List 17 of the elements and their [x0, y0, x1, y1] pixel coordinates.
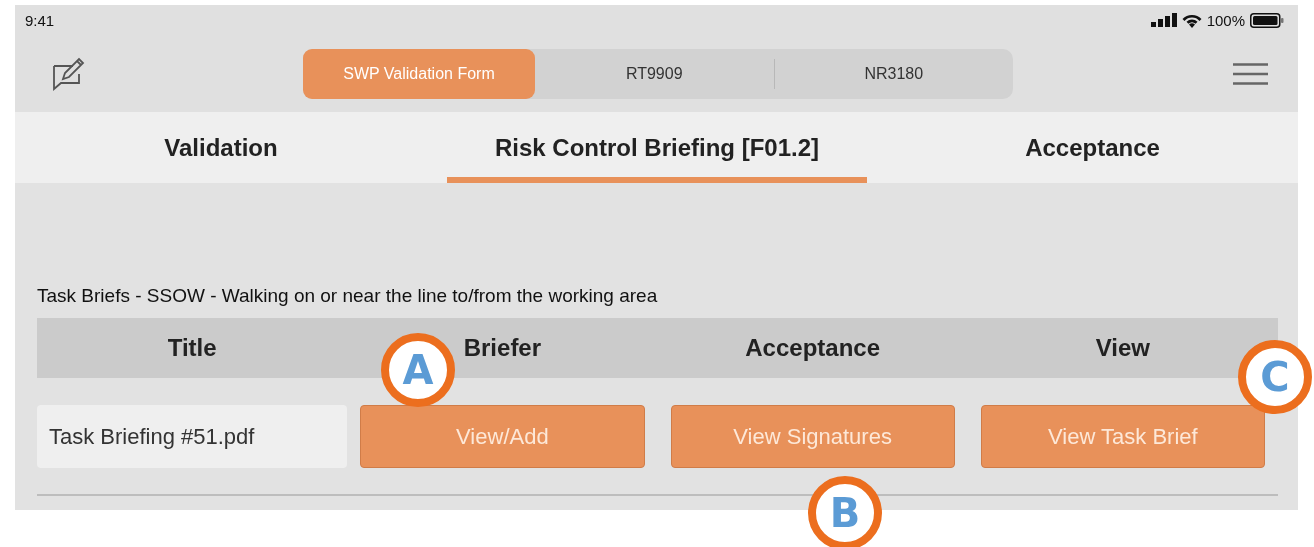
- column-header: View: [1094, 334, 1151, 362]
- battery-icon: [1250, 12, 1284, 28]
- menu-icon[interactable]: [1233, 62, 1268, 85]
- section-title: Task Briefs - SSOW - Walking on or near the line to/from the working area: [37, 285, 659, 307]
- battery-percent: 100%: [1206, 11, 1245, 29]
- signal-icon: [1150, 13, 1177, 27]
- tab[interactable]: Acceptance: [887, 112, 1298, 183]
- file-name-cell: Task Briefing #51.pdf: [37, 405, 348, 468]
- column-header: Title: [166, 334, 218, 362]
- segment-tab[interactable]: NR3180: [774, 48, 1013, 99]
- column-header: Acceptance: [744, 334, 881, 362]
- status-time: 9:41: [25, 11, 55, 29]
- segment-tab[interactable]: RT9909: [535, 48, 774, 99]
- column-header: Briefer: [462, 334, 543, 362]
- tab[interactable]: Validation: [15, 112, 427, 183]
- edit-icon[interactable]: [51, 56, 85, 91]
- wifi-icon: [1181, 12, 1202, 28]
